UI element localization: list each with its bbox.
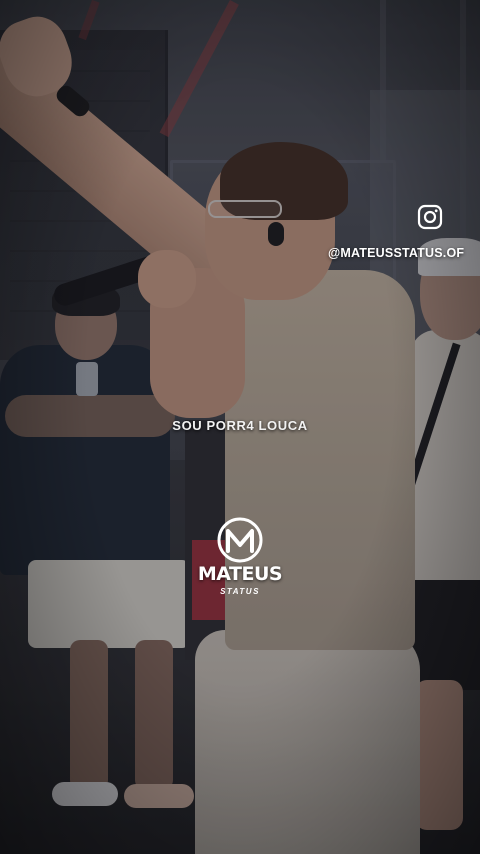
watermark-logo: MATEUS STATUS	[190, 515, 290, 605]
logo-m-icon	[217, 517, 263, 563]
logo-subtitle: STATUS	[220, 587, 260, 596]
instagram-icon[interactable]	[417, 204, 443, 230]
instagram-handle[interactable]: @MATEUSSTATUS.OF	[328, 246, 464, 260]
lyric-caption: SOU PORR4 LOUCA	[172, 418, 308, 433]
logo-wordmark: MATEUS	[197, 563, 283, 585]
